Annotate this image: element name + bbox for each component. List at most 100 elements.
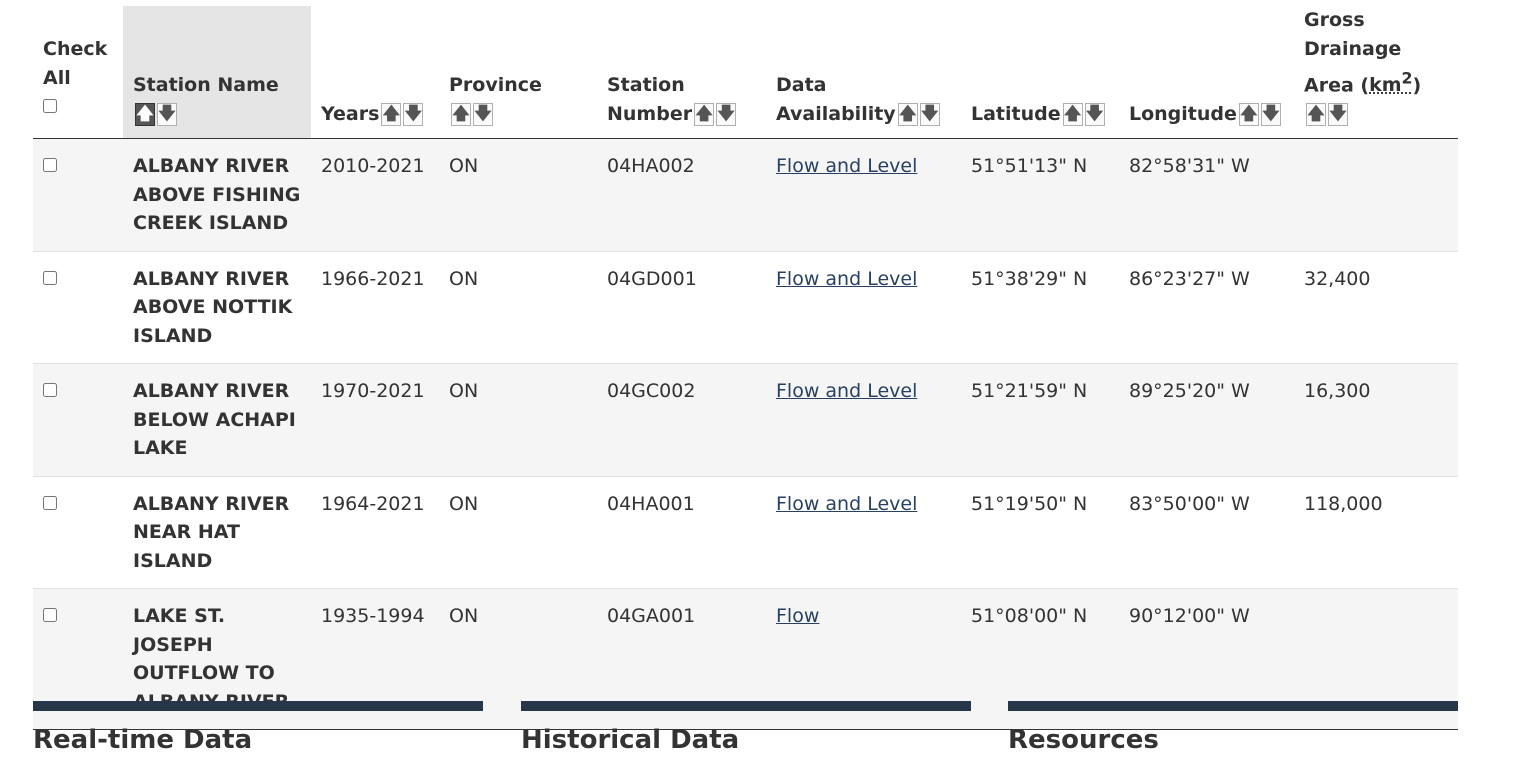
resources-panel: Resources — [1008, 701, 1458, 755]
bottom-panels: Real-time Data Historical Data Resources — [33, 701, 1458, 761]
years-sort-buttons: 🡅 🡇 — [381, 100, 425, 129]
table-header-row: Check All Station Name🡅 🡇 Years 🡅 🡇 Provinc… — [33, 6, 1458, 140]
data-availability-link[interactable]: Flow and Level — [776, 493, 917, 515]
row-checkbox[interactable] — [43, 608, 57, 623]
row-check-cell — [33, 475, 123, 589]
sort-down-arrow-icon[interactable]: 🡇 — [1084, 103, 1105, 127]
latitude-header: Latitude 🡅 🡇 — [961, 6, 1119, 140]
panel-title: Resources — [1008, 725, 1159, 755]
station-number-sort-buttons: 🡅 🡇 — [694, 100, 738, 129]
sort-down-arrow-icon[interactable]: 🡇 — [473, 103, 493, 127]
sort-down-arrow-icon[interactable]: 🡇 — [919, 103, 940, 127]
years-header-label: Years — [321, 103, 380, 126]
row-check-cell — [33, 363, 123, 477]
drainage-area-cell: 118,000 — [1294, 475, 1458, 589]
drainage-area-sort-buttons: 🡅 🡇 — [1306, 100, 1350, 129]
station-number-header-label: Station Number — [607, 74, 693, 126]
table-row: ALBANY RIVER ABOVE FISHING CREEK ISLAND … — [33, 138, 1458, 252]
station-number-cell: 04HA002 — [597, 138, 766, 252]
sort-up-arrow-icon[interactable]: 🡅 — [1306, 103, 1326, 127]
longitude-cell: 82°58'31" W — [1119, 138, 1294, 252]
years-cell: 1966-2021 — [311, 250, 439, 364]
longitude-cell: 86°23'27" W — [1119, 250, 1294, 364]
data-availability-header-label: Data Availability — [776, 74, 896, 126]
station-number-cell: 04HA001 — [597, 475, 766, 589]
sort-down-arrow-icon[interactable]: 🡇 — [403, 103, 424, 127]
province-cell: ON — [439, 475, 597, 589]
latitude-cell: 51°38'29" N — [961, 250, 1119, 364]
sort-down-arrow-icon[interactable]: 🡇 — [716, 103, 737, 127]
station-table-container: Check All Station Name🡅 🡇 Years 🡅 🡇 Provinc… — [33, 6, 1458, 731]
km-abbreviation: km2 — [1369, 69, 1412, 97]
row-checkbox[interactable] — [43, 158, 57, 173]
data-availability-link[interactable]: Flow and Level — [776, 155, 917, 177]
station-name-sort-buttons: 🡅 🡇 — [135, 100, 179, 129]
years-cell: 2010-2021 — [311, 138, 439, 252]
panel-accent-bar — [33, 701, 483, 711]
sort-up-arrow-icon[interactable]: 🡅 — [694, 103, 715, 127]
longitude-cell: 89°25'20" W — [1119, 363, 1294, 477]
station-name-cell: ALBANY RIVER BELOW ACHAPI LAKE — [123, 363, 311, 477]
station-name-header-label: Station Name — [133, 74, 279, 97]
data-availability-cell: Flow and Level — [766, 475, 961, 589]
years-header: Years 🡅 🡇 — [311, 6, 439, 140]
province-sort-buttons: 🡅 🡇 — [451, 100, 495, 129]
longitude-header: Longitude 🡅 🡇 — [1119, 6, 1294, 140]
row-checkbox[interactable] — [43, 495, 57, 510]
station-name-cell: ALBANY RIVER ABOVE FISHING CREEK ISLAND — [123, 138, 311, 252]
row-check-cell — [33, 250, 123, 364]
row-check-cell — [33, 138, 123, 252]
province-header-label: Province — [449, 74, 542, 97]
data-availability-cell: Flow and Level — [766, 363, 961, 477]
data-availability-link[interactable]: Flow and Level — [776, 380, 917, 402]
drainage-area-cell: 32,400 — [1294, 250, 1458, 364]
province-cell: ON — [439, 250, 597, 364]
latitude-cell: 51°19'50" N — [961, 475, 1119, 589]
data-availability-cell: Flow and Level — [766, 250, 961, 364]
province-header: Province 🡅 🡇 — [439, 6, 597, 140]
station-table: Check All Station Name🡅 🡇 Years 🡅 🡇 Provinc… — [33, 6, 1458, 731]
station-number-header: Station Number 🡅 🡇 — [597, 6, 766, 140]
panel-accent-bar — [1008, 701, 1458, 711]
sort-up-arrow-icon[interactable]: 🡅 — [1062, 103, 1083, 127]
sort-down-arrow-icon[interactable]: 🡇 — [157, 103, 177, 127]
row-checkbox[interactable] — [43, 383, 57, 398]
historical-data-panel: Historical Data — [521, 701, 971, 755]
drainage-area-cell: 16,300 — [1294, 363, 1458, 477]
drainage-unit-exponent: 2 — [1401, 69, 1413, 88]
sort-down-arrow-icon[interactable]: 🡇 — [1328, 103, 1348, 127]
province-cell: ON — [439, 363, 597, 477]
sort-up-arrow-icon[interactable]: 🡅 — [897, 103, 918, 127]
data-availability-link[interactable]: Flow and Level — [776, 268, 917, 290]
drainage-unit: km — [1369, 74, 1402, 97]
table-row: ALBANY RIVER BELOW ACHAPI LAKE 1970-2021… — [33, 363, 1458, 477]
check-all-checkbox[interactable] — [43, 99, 57, 114]
gross-drainage-area-header-label: Gross Drainage Area (km2) — [1304, 9, 1421, 96]
drainage-label-suffix: ) — [1412, 74, 1422, 97]
row-checkbox[interactable] — [43, 270, 57, 285]
sort-up-arrow-icon[interactable]: 🡅 — [1238, 103, 1259, 127]
sort-down-arrow-icon[interactable]: 🡇 — [1260, 103, 1281, 127]
longitude-header-label: Longitude — [1129, 103, 1237, 126]
gross-drainage-area-header: Gross Drainage Area (km2) 🡅 🡇 — [1294, 6, 1458, 140]
sort-up-arrow-icon[interactable]: 🡅 — [381, 103, 402, 127]
latitude-sort-buttons: 🡅 🡇 — [1062, 100, 1107, 129]
years-cell: 1964-2021 — [311, 475, 439, 589]
sort-up-arrow-icon[interactable]: 🡅 — [135, 103, 155, 127]
station-name-cell: ALBANY RIVER ABOVE NOTTIK ISLAND — [123, 250, 311, 364]
data-availability-header: Data Availability 🡅 🡇 — [766, 6, 961, 140]
station-name-header: Station Name 🡅 🡇 — [123, 6, 311, 140]
table-row: ALBANY RIVER ABOVE NOTTIK ISLAND 1966-20… — [33, 250, 1458, 364]
table-row: ALBANY RIVER NEAR HAT ISLAND 1964-2021 O… — [33, 475, 1458, 589]
drainage-area-cell — [1294, 138, 1458, 252]
sort-up-arrow-icon[interactable]: 🡅 — [451, 103, 471, 127]
check-all-header: Check All — [33, 6, 123, 140]
real-time-data-panel: Real-time Data — [33, 701, 483, 755]
panel-accent-bar — [521, 701, 971, 711]
data-availability-cell: Flow and Level — [766, 138, 961, 252]
longitude-cell: 83°50'00" W — [1119, 475, 1294, 589]
longitude-sort-buttons: 🡅 🡇 — [1238, 100, 1283, 129]
years-cell: 1970-2021 — [311, 363, 439, 477]
data-availability-link[interactable]: Flow — [776, 605, 819, 627]
station-name-cell: ALBANY RIVER NEAR HAT ISLAND — [123, 475, 311, 589]
